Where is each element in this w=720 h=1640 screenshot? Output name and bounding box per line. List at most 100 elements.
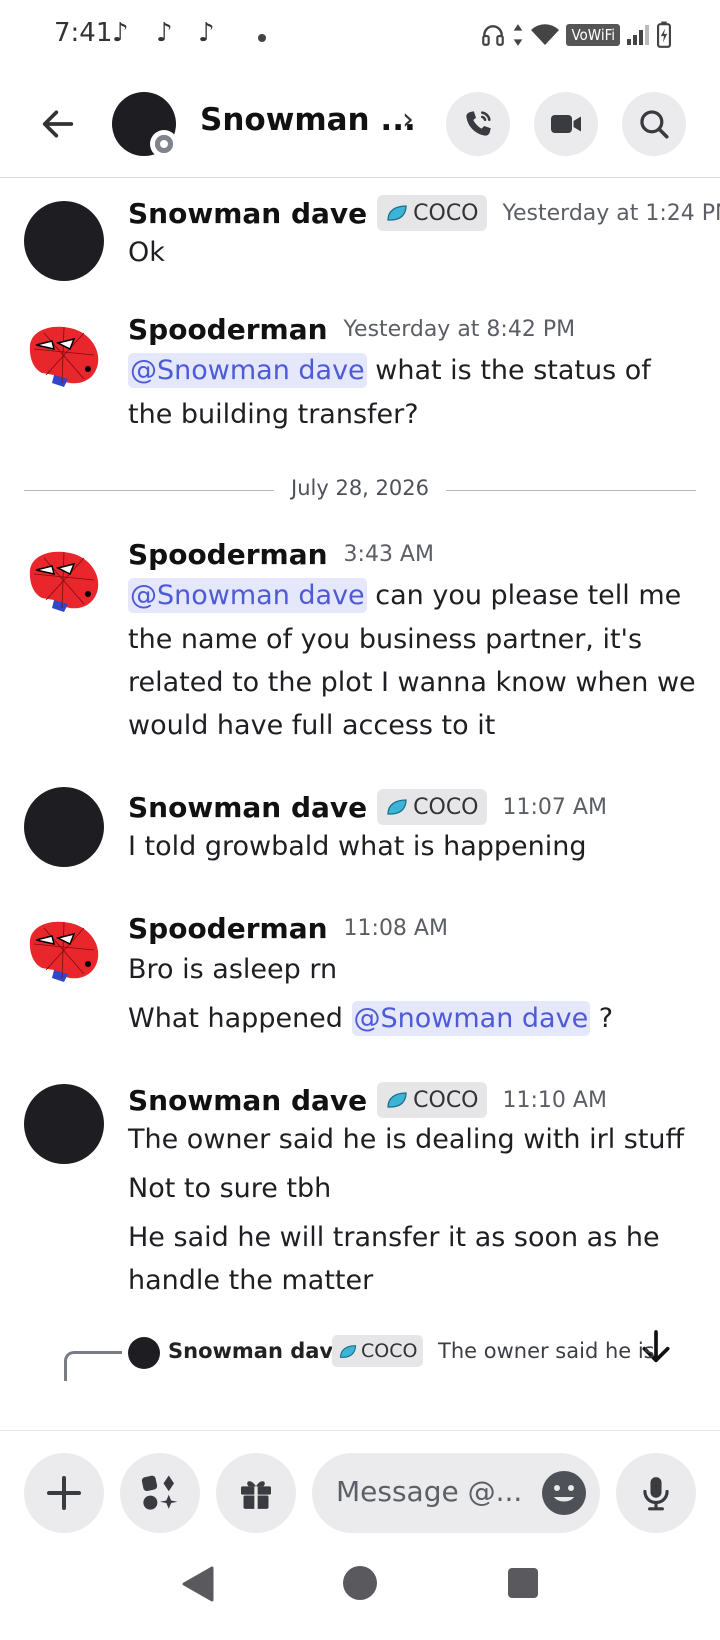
message-text: related to the plot I wanna know when we: [128, 667, 696, 698]
message-text-part: can you please tell me: [366, 580, 682, 611]
message-timestamp: Yesterday at 8:42 PM: [343, 317, 576, 342]
message-text: What happened @Snowman dave ?: [128, 1001, 614, 1036]
plus-icon: [47, 1476, 81, 1510]
gift-button[interactable]: [216, 1453, 296, 1533]
message-text: I told growbald what is happening: [128, 831, 587, 862]
headphones-icon: [482, 25, 505, 46]
signal-icon: [627, 25, 649, 45]
spiderman-avatar[interactable]: [24, 319, 106, 389]
guild-tag[interactable]: COCO: [377, 195, 487, 231]
video-call-button[interactable]: [534, 92, 598, 156]
more-notifications-icon: [258, 34, 266, 42]
status-offline-icon: [150, 130, 178, 158]
arrow-left-icon: [42, 110, 74, 138]
message-text: the name of you business partner, it's: [128, 624, 643, 655]
tiktok-icon: ♪: [156, 18, 173, 48]
apps-button[interactable]: [120, 1453, 200, 1533]
leaf-icon: [387, 1092, 407, 1108]
message-text-part: what is the status of: [366, 355, 651, 386]
reply-guild-tag-label: COCO: [361, 1340, 418, 1362]
date-divider: July 28, 2026: [24, 476, 696, 506]
user-mention[interactable]: @Snowman dave: [351, 1001, 591, 1036]
message-timestamp: 3:43 AM: [343, 542, 434, 567]
message-input[interactable]: Message @...: [312, 1453, 600, 1533]
chevron-right-icon[interactable]: ›: [402, 102, 414, 137]
date-divider-label: July 28, 2026: [291, 476, 429, 500]
battery-charging-icon: [657, 21, 671, 48]
nav-back-icon[interactable]: [180, 1564, 216, 1604]
guild-tag-label: COCO: [413, 794, 479, 820]
back-button[interactable]: [30, 96, 86, 152]
message-text-part: ?: [590, 1003, 614, 1034]
leaf-icon: [387, 799, 407, 815]
message-author[interactable]: Spooderman: [128, 912, 328, 945]
apps-icon: [141, 1475, 178, 1510]
message[interactable]: Spooderman Yesterday at 8:42 PM @Snowman…: [0, 305, 720, 455]
message-text: @Snowman dave can you please tell me: [128, 578, 682, 613]
guild-tag[interactable]: COCO: [377, 1082, 487, 1118]
message-text: the building transfer?: [128, 399, 419, 430]
message-header: Spooderman 3:43 AM: [128, 538, 434, 571]
channel-title[interactable]: Snowman ...: [200, 102, 416, 138]
nav-home-icon[interactable]: [343, 1566, 377, 1600]
add-attachment-button[interactable]: [24, 1453, 104, 1533]
user-avatar[interactable]: [24, 1084, 104, 1164]
message-timestamp: 11:07 AM: [502, 794, 607, 820]
gift-icon: [241, 1481, 271, 1510]
guild-tag[interactable]: COCO: [377, 789, 487, 825]
user-avatar[interactable]: [24, 787, 104, 867]
status-time: 7:41: [54, 18, 113, 48]
search-icon: [640, 110, 669, 139]
emoji-button[interactable]: [542, 1471, 586, 1515]
message[interactable]: Snowman dave COCO 11:10 AM The owner sai…: [0, 1082, 720, 1322]
message-text: @Snowman dave what is the status of: [128, 353, 651, 388]
message-timestamp: Yesterday at 1:24 PM: [502, 200, 720, 226]
message-header: Snowman dave COCO Yesterday at 1:24 PM: [128, 195, 720, 231]
leaf-icon: [339, 1344, 357, 1358]
message[interactable]: Snowman dave COCO Yesterday at 1:24 PM O…: [0, 179, 720, 289]
reply-avatar: [128, 1337, 160, 1369]
search-button[interactable]: [622, 92, 686, 156]
voice-message-button[interactable]: [616, 1453, 696, 1533]
message-text: would have full access to it: [128, 710, 496, 741]
guild-tag-label: COCO: [413, 200, 479, 226]
guild-tag-label: COCO: [413, 1087, 479, 1113]
message-text: The owner said he is dealing with irl st…: [128, 1124, 685, 1155]
composer-bar: Message @...: [0, 1430, 720, 1533]
message-author[interactable]: Spooderman: [128, 313, 328, 346]
user-mention[interactable]: @Snowman dave: [128, 578, 367, 613]
reply-author: Snowman dave: [168, 1339, 348, 1363]
message-header: Spooderman Yesterday at 8:42 PM: [128, 313, 575, 346]
status-icons: VoWiFi: [480, 18, 672, 52]
message[interactable]: Spooderman 11:08 AM Bro is asleep rn Wha…: [0, 912, 720, 1052]
message-text: He said he will transfer it as soon as h…: [128, 1222, 660, 1253]
message-author[interactable]: Snowman dave: [128, 1084, 367, 1117]
message-text-part: What happened: [128, 1003, 352, 1034]
message-author[interactable]: Snowman dave: [128, 791, 367, 824]
spiderman-avatar[interactable]: [24, 544, 106, 614]
message-author[interactable]: Spooderman: [128, 538, 328, 571]
reply-hook-line: [64, 1351, 122, 1381]
tiktok-icon: ♪: [112, 18, 129, 48]
chat-header: Snowman ... ›: [0, 74, 720, 178]
spiderman-avatar[interactable]: [24, 914, 106, 984]
tiktok-icon: ♪: [198, 18, 215, 48]
nav-recents-icon[interactable]: [508, 1568, 538, 1598]
wifi-icon: [531, 24, 560, 45]
message[interactable]: Snowman dave COCO 11:07 AM I told growba…: [0, 785, 720, 885]
message-list[interactable]: Snowman dave COCO Yesterday at 1:24 PM O…: [0, 179, 720, 1429]
user-avatar[interactable]: [24, 201, 104, 281]
message-input-placeholder: Message @...: [336, 1475, 523, 1508]
voice-call-button[interactable]: [446, 92, 510, 156]
reply-preview[interactable]: Snowman dave COCO The owner said he is: [60, 1331, 720, 1381]
message-text: Bro is asleep rn: [128, 954, 338, 985]
message[interactable]: Spooderman 3:43 AM @Snowman dave can you…: [0, 530, 720, 760]
message-timestamp: 11:10 AM: [502, 1087, 607, 1113]
message-text: Not to sure tbh: [128, 1173, 332, 1204]
status-bar: 7:41 ♪ ♪ ♪ VoWiFi: [0, 0, 720, 74]
user-mention[interactable]: @Snowman dave: [128, 353, 367, 388]
message-author[interactable]: Snowman dave: [128, 197, 367, 230]
vowifi-badge: VoWiFi: [566, 24, 620, 46]
phone-icon: [466, 111, 491, 136]
leaf-icon: [387, 205, 407, 221]
